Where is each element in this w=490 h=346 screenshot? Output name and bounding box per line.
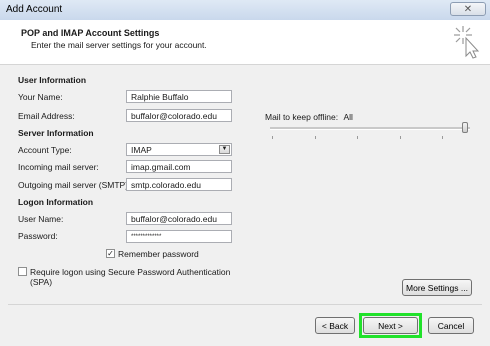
your-name-label: Your Name: [18,92,63,102]
spa-checkbox[interactable] [18,267,27,276]
offline-mail-label: Mail to keep offline: All [265,112,353,122]
account-type-select[interactable]: IMAP ▼ [126,143,232,156]
account-type-label: Account Type: [18,145,72,155]
server-information-heading: Server Information [18,128,94,138]
header-subtitle: Enter the mail server settings for your … [31,40,207,50]
spa-label-line1: Require logon using Secure Password Auth… [30,267,231,277]
close-icon: ✕ [463,3,473,15]
window-title: Add Account [6,4,63,15]
offline-slider-thumb[interactable] [462,122,468,133]
remember-password-label: Remember password [118,249,199,259]
footer-divider [8,304,482,305]
back-button[interactable]: < Back [315,317,355,334]
your-name-field[interactable]: Ralphie Buffalo [126,90,232,103]
header-title: POP and IMAP Account Settings [21,28,160,38]
chevron-down-icon[interactable]: ▼ [219,145,230,154]
spa-label-line2: (SPA) [30,277,53,287]
password-label: Password: [18,231,58,241]
cancel-button[interactable]: Cancel [428,317,474,334]
logon-information-heading: Logon Information [18,197,94,207]
sparkle-cursor-icon [454,26,480,59]
offline-mail-value: All [343,112,353,122]
incoming-server-field[interactable]: imap.gmail.com [126,160,232,173]
slider-tick [272,136,273,139]
slider-tick [357,136,358,139]
account-type-value: IMAP [131,145,152,155]
remember-password-checkbox[interactable]: ✓ [106,249,115,258]
password-field[interactable]: ************* [126,230,232,243]
incoming-server-label: Incoming mail server: [18,162,99,172]
offline-mail-label-text: Mail to keep offline: [265,112,339,122]
dialog-header: POP and IMAP Account Settings Enter the … [0,20,490,65]
outgoing-server-label: Outgoing mail server (SMTP): [18,180,131,190]
slider-tick [315,136,316,139]
user-name-label: User Name: [18,214,64,224]
slider-tick [400,136,401,139]
checkmark-icon: ✓ [107,249,114,258]
title-bar: Add Account ✕ [0,0,490,21]
close-button[interactable]: ✕ [450,2,486,16]
next-button[interactable]: Next > [363,317,418,334]
add-account-dialog: Add Account ✕ POP and IMAP Account Setti… [0,0,490,346]
slider-tick [442,136,443,139]
user-name-field[interactable]: buffalor@colorado.edu [126,212,232,225]
outgoing-server-field[interactable]: smtp.colorado.edu [126,178,232,191]
more-settings-button[interactable]: More Settings ... [402,279,472,296]
email-address-field[interactable]: buffalor@colorado.edu [126,109,232,122]
user-information-heading: User Information [18,75,87,85]
email-address-label: Email Address: [18,111,75,121]
offline-slider-track[interactable] [270,127,470,130]
